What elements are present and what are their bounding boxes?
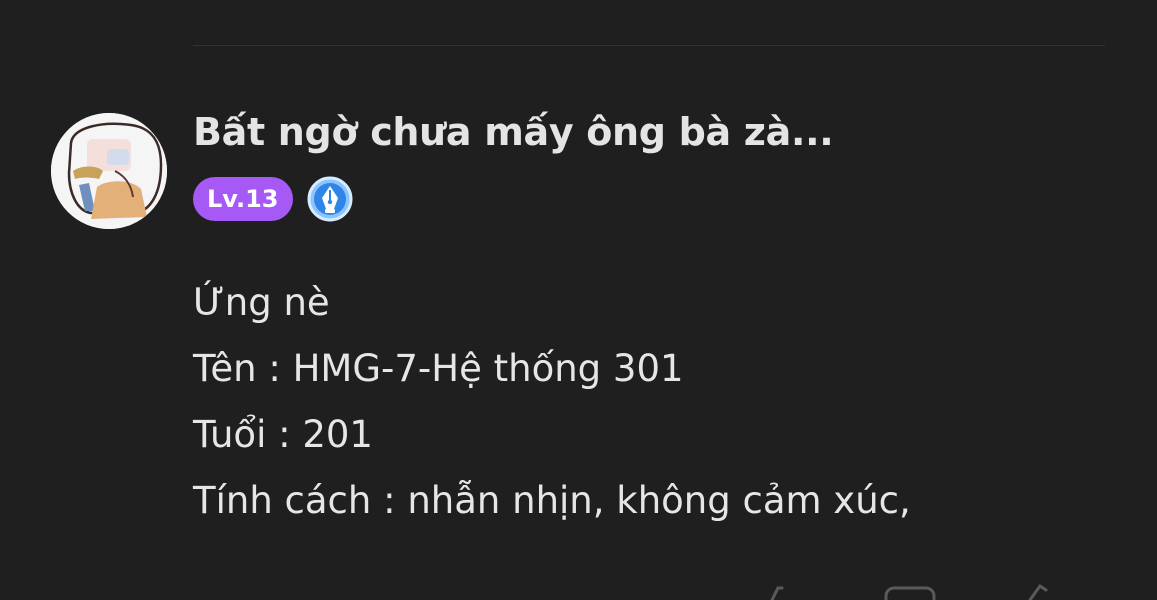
share-icon[interactable]: [1010, 580, 1060, 600]
author-name[interactable]: Bất ngờ chưa mấy ông bà zà...: [193, 110, 834, 154]
avatar[interactable]: [51, 113, 167, 229]
top-divider: [193, 45, 1105, 46]
author-badges: Lv.13: [193, 176, 353, 222]
comment-icon[interactable]: [880, 580, 940, 600]
post-line: Tên : HMG-7-Hệ thống 301: [193, 347, 684, 390]
pen-nib-badge-icon: [307, 176, 353, 222]
level-badge: Lv.13: [193, 177, 293, 221]
post-line: Tuổi : 201: [193, 413, 373, 456]
post-line: Ứng nè: [193, 281, 330, 324]
post-content: Ứng nè Tên : HMG-7-Hệ thống 301 Tuổi : 2…: [193, 270, 911, 534]
avatar-drawing-icon: [51, 113, 167, 229]
post-action-bar: [760, 580, 1090, 600]
post-line: Tính cách : nhẫn nhịn, không cảm xúc,: [193, 479, 911, 522]
like-icon[interactable]: [760, 580, 800, 600]
